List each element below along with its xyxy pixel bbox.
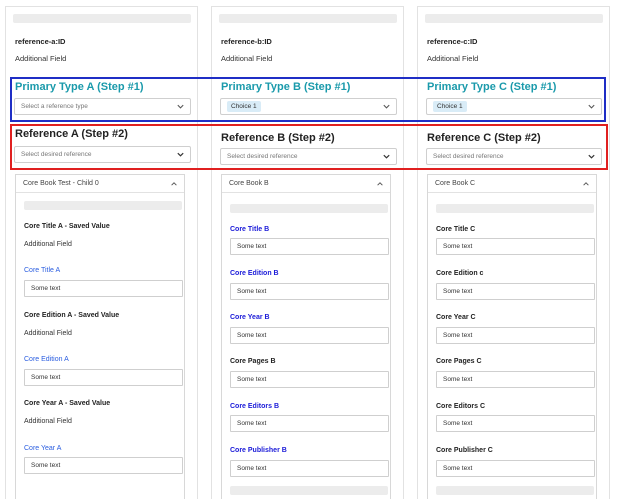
saved-value: Additional Field — [24, 330, 72, 337]
core-book-panel-b: Core Book B Core Title B Some text Core … — [221, 174, 391, 499]
skeleton-bar — [436, 204, 594, 213]
field-label: Core Year B — [230, 314, 270, 321]
core-edition-b-input[interactable]: Some text — [230, 283, 389, 300]
reference-c-select[interactable]: Select desired reference — [426, 148, 602, 165]
core-editors-c-input[interactable]: Some text — [436, 415, 595, 432]
field-label: Core Editors C — [436, 403, 486, 410]
field-label: Core Edition B — [230, 270, 279, 277]
core-year-c-input[interactable]: Some text — [436, 327, 595, 344]
accordion-header[interactable]: Core Book Test - Child 0 — [16, 175, 184, 193]
skeleton-bar — [13, 14, 191, 23]
select-value: Select desired reference — [433, 153, 504, 160]
skeleton-bar — [425, 14, 603, 23]
accordion-title: Core Book C — [435, 180, 476, 187]
primary-type-b-select[interactable]: Choice 1 — [220, 98, 397, 115]
saved-value: Additional Field — [24, 241, 72, 248]
select-value: Select desired reference — [21, 151, 92, 158]
field-label: Core Title C — [436, 226, 476, 233]
additional-field-b: Additional Field — [221, 54, 273, 63]
select-value: Select a reference type — [21, 103, 88, 110]
skeleton-bar — [436, 486, 594, 495]
skeleton-bar — [230, 486, 388, 495]
skeleton-bar — [230, 204, 388, 213]
select-value: Select desired reference — [227, 153, 298, 160]
reference-a-select[interactable]: Select desired reference — [14, 146, 191, 163]
core-year-a-input[interactable]: Some text — [24, 457, 183, 474]
accordion-title: Core Book Test - Child 0 — [23, 180, 99, 187]
reference-id-a: reference-a:ID — [15, 37, 66, 46]
primary-type-b-title: Primary Type B (Step #1) — [221, 81, 351, 93]
field-label: Core Title B — [230, 226, 270, 233]
reference-c-title: Reference C (Step #2) — [427, 132, 541, 144]
additional-field-a: Additional Field — [15, 54, 67, 63]
chevron-down-icon — [588, 104, 595, 109]
chevron-down-icon — [383, 154, 390, 159]
field-label: Core Edition c — [436, 270, 484, 277]
field-label: Core Title A — [24, 267, 61, 274]
reference-b-title: Reference B (Step #2) — [221, 132, 335, 144]
field-label: Core Year A - Saved Value — [24, 400, 111, 407]
field-label: Core Pages B — [230, 358, 276, 365]
core-book-panel-c: Core Book C Core Title C Some text Core … — [427, 174, 597, 499]
core-title-b-input[interactable]: Some text — [230, 238, 389, 255]
accordion-header[interactable]: Core Book C — [428, 175, 596, 193]
chevron-down-icon — [177, 152, 184, 157]
reference-id-c: reference-c:ID — [427, 37, 478, 46]
core-title-c-input[interactable]: Some text — [436, 238, 595, 255]
chevron-up-icon — [171, 182, 177, 186]
core-edition-c-input[interactable]: Some text — [436, 283, 595, 300]
primary-type-c-select[interactable]: Choice 1 — [426, 98, 602, 115]
core-editors-b-input[interactable]: Some text — [230, 415, 389, 432]
reference-a-title: Reference A (Step #2) — [15, 128, 128, 140]
primary-type-c-title: Primary Type C (Step #1) — [427, 81, 557, 93]
core-edition-a-input[interactable]: Some text — [24, 369, 183, 386]
additional-field-c: Additional Field — [427, 54, 479, 63]
chevron-down-icon — [383, 104, 390, 109]
chevron-up-icon — [583, 182, 589, 186]
field-label: Core Publisher C — [436, 447, 493, 454]
accordion-header[interactable]: Core Book B — [222, 175, 390, 193]
chevron-up-icon — [377, 182, 383, 186]
accordion-title: Core Book B — [229, 180, 269, 187]
field-label: Core Pages C — [436, 358, 482, 365]
core-pages-c-input[interactable]: Some text — [436, 371, 595, 388]
primary-type-a-select[interactable]: Select a reference type — [14, 98, 191, 115]
field-label: Core Edition A — [24, 356, 69, 363]
reference-id-b: reference-b:ID — [221, 37, 272, 46]
field-label: Core Title A - Saved Value — [24, 223, 110, 230]
field-label: Core Editors B — [230, 403, 280, 410]
reference-b-select[interactable]: Select desired reference — [220, 148, 397, 165]
primary-type-a-title: Primary Type A (Step #1) — [15, 81, 144, 93]
choice-chip: Choice 1 — [227, 101, 261, 112]
field-label: Core Publisher B — [230, 447, 287, 454]
chevron-down-icon — [588, 154, 595, 159]
field-label: Core Edition A - Saved Value — [24, 312, 120, 319]
core-book-panel-a: Core Book Test - Child 0 Core Title A - … — [15, 174, 185, 499]
core-title-a-input[interactable]: Some text — [24, 280, 183, 297]
saved-value: Additional Field — [24, 418, 72, 425]
field-label: Core Year A — [24, 445, 62, 452]
chevron-down-icon — [177, 104, 184, 109]
core-publisher-c-input[interactable]: Some text — [436, 460, 595, 477]
core-pages-b-input[interactable]: Some text — [230, 371, 389, 388]
core-year-b-input[interactable]: Some text — [230, 327, 389, 344]
field-label: Core Year C — [436, 314, 476, 321]
skeleton-bar — [24, 201, 182, 210]
skeleton-bar — [219, 14, 397, 23]
core-publisher-b-input[interactable]: Some text — [230, 460, 389, 477]
choice-chip: Choice 1 — [433, 101, 467, 112]
